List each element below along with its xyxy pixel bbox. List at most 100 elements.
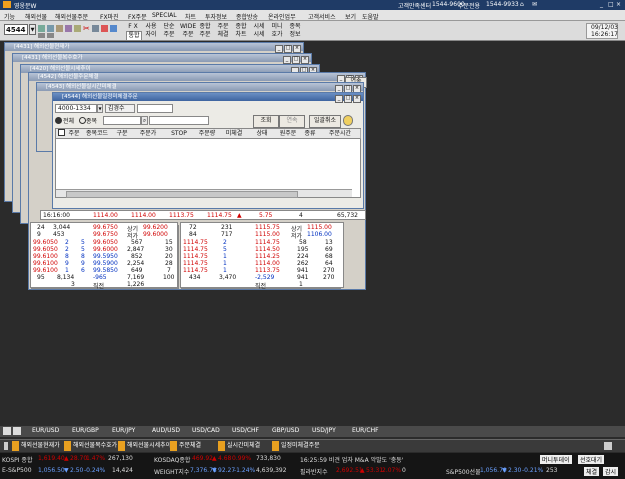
toolbar-button[interactable]: 정보 (288, 31, 302, 39)
column-header[interactable]: 원주문 (276, 129, 301, 139)
settings-icon[interactable] (343, 115, 353, 126)
currency-tab[interactable]: GBP/USD (272, 426, 299, 436)
currency-tab[interactable]: EUR/JPY (112, 426, 135, 436)
horizontal-scrollbar[interactable] (56, 189, 352, 198)
currency-tab[interactable]: USD/JPY (312, 426, 336, 436)
toolbar-button[interactable]: 미니 (270, 23, 284, 31)
mail-icon[interactable]: ✉ (532, 1, 537, 8)
home-icon[interactable] (3, 427, 11, 435)
menu-item[interactable]: FX주문 (128, 12, 147, 21)
toolbar-button[interactable]: 자이 (144, 31, 158, 39)
column-header[interactable]: STOP (164, 129, 195, 139)
task-tab[interactable]: 주문체결 (170, 441, 202, 451)
menu-item[interactable]: SPECIAL (152, 12, 177, 19)
tool-icon[interactable] (56, 25, 63, 32)
news-headline[interactable]: 16:25:59 비견 업자 M&A 악발도 '충동' (300, 455, 403, 464)
chevron-down-icon[interactable]: ▼ (29, 24, 36, 35)
item-code-input[interactable] (103, 116, 141, 125)
menu-item[interactable]: 보기 (345, 12, 356, 21)
tool-icon[interactable] (101, 25, 108, 32)
menu-item[interactable]: 기능 (4, 12, 15, 21)
currency-tab[interactable]: EUR/CHF (352, 426, 379, 436)
toolbar-button[interactable]: 사용 (144, 23, 158, 31)
toolbar-button[interactable]: 종목 (288, 23, 302, 31)
scissors-icon[interactable]: ✂ (83, 25, 90, 33)
toolbar-button[interactable]: 체결 (216, 31, 230, 39)
taskbar-menu-icon[interactable] (604, 442, 612, 450)
close-icon[interactable]: × (353, 95, 361, 103)
task-tab[interactable]: 해외선물복수호가 (64, 441, 118, 451)
toolbar-button[interactable]: 시세 (252, 23, 266, 31)
menu-item[interactable]: 해외선물 (25, 12, 47, 21)
toolbar-button[interactable]: WIDE (180, 23, 196, 31)
news-source-select[interactable]: 머니투데이 (540, 455, 572, 464)
menu-item[interactable]: FX마진 (100, 12, 119, 21)
column-header[interactable]: 주문시간 (320, 129, 361, 139)
taskbar-left-arrow-icon[interactable] (4, 442, 8, 450)
password-input[interactable] (137, 104, 173, 113)
close-icon[interactable]: × (301, 56, 309, 64)
toolbar-button[interactable]: 단순 (162, 23, 176, 31)
task-tab[interactable]: 해외선물현재가 (12, 441, 60, 451)
task-tab[interactable]: 해외선물시세추이 (118, 441, 172, 451)
toolbar-button[interactable]: 차트 (234, 31, 248, 39)
column-header[interactable]: 주문 (66, 129, 83, 139)
tool-icon[interactable] (74, 25, 81, 32)
toolbar-button[interactable]: 주문 (162, 31, 176, 39)
column-header[interactable]: 종류 (300, 129, 321, 139)
close-icon[interactable]: × (293, 45, 301, 53)
radio-item[interactable] (79, 117, 86, 124)
tool-icon[interactable] (65, 25, 72, 32)
scrollbar-thumb[interactable] (66, 191, 298, 198)
home-icon[interactable]: ⌂ (520, 1, 524, 8)
task-tab[interactable]: 일정미체결주문 (272, 441, 320, 451)
column-header[interactable]: 주문가 (132, 129, 165, 139)
chevron-down-icon[interactable]: ▼ (97, 104, 103, 113)
print-icon[interactable] (92, 25, 99, 32)
toolbar-button[interactable]: 통합 (126, 31, 142, 41)
toolbar-button[interactable]: 주문 (180, 31, 196, 39)
maximize-icon[interactable]: □ (292, 56, 300, 64)
task-tab[interactable]: 실시간미체결 (218, 441, 261, 451)
menu-item[interactable]: 도움말 (362, 12, 379, 21)
column-header[interactable]: 종목코드 (82, 129, 113, 139)
currency-tab[interactable]: USD/CAD (192, 426, 220, 436)
pending-orders-table[interactable]: 주문 종목코드 구분 주문가 STOP 주문량 미체결 상태 원주문 종류 주문… (55, 128, 361, 198)
settle-button[interactable]: 체결 (584, 467, 600, 476)
search-icon[interactable]: ⌕ (141, 116, 148, 125)
monitor-button[interactable]: 감시 (603, 467, 619, 476)
currency-tab[interactable]: USD/CHF (232, 426, 259, 436)
account-select[interactable]: 4000-1334 (55, 104, 97, 113)
column-header[interactable]: 미체결 (220, 129, 249, 139)
column-header[interactable]: 주문량 (194, 129, 221, 139)
refresh-icon[interactable] (13, 427, 21, 435)
tool-icon[interactable] (38, 33, 45, 38)
minimize-icon[interactable]: _ (275, 45, 283, 53)
maximize-icon[interactable]: □ (608, 1, 614, 8)
tool-icon[interactable] (47, 33, 54, 38)
screen-number-input[interactable]: 4544 (4, 24, 28, 35)
query-button[interactable]: 조회 (253, 115, 279, 128)
currency-tab[interactable]: AUD/USD (152, 426, 180, 436)
window-pending-orders[interactable]: [4544] 해외선물일정미체결주문 _ □ × 4000-1334 ▼ 김경수 전… (52, 92, 364, 209)
toolbar-button[interactable]: 주문 (216, 23, 230, 31)
toolbar-button[interactable]: 종합 (198, 23, 212, 31)
toolbar-button[interactable]: 주문 (198, 31, 212, 39)
toolbar-button[interactable]: 종합 (234, 23, 248, 31)
toolbar-button[interactable]: 호가 (270, 31, 284, 39)
column-header[interactable]: 구분 (112, 129, 133, 139)
maximize-icon[interactable]: □ (284, 45, 292, 53)
cancel-all-button[interactable]: 일괄취소 (309, 115, 341, 128)
menu-item[interactable]: 종합방송 (236, 12, 258, 21)
menu-item[interactable]: 고객서비스 (308, 12, 336, 21)
tool-icon[interactable] (38, 25, 45, 32)
toolbar-button[interactable]: 시세 (252, 31, 266, 39)
next-button[interactable]: 연속 (279, 115, 305, 128)
menu-item[interactable]: 해외선물주문 (55, 12, 88, 21)
menu-item[interactable]: 온라인업무 (268, 12, 296, 21)
column-header[interactable]: 상태 (248, 129, 277, 139)
currency-tab[interactable]: EUR/GBP (72, 426, 99, 436)
favorite-button[interactable]: 선호대기 (578, 455, 605, 464)
menu-item[interactable]: 투자정보 (205, 12, 227, 21)
radio-all[interactable] (55, 117, 62, 124)
